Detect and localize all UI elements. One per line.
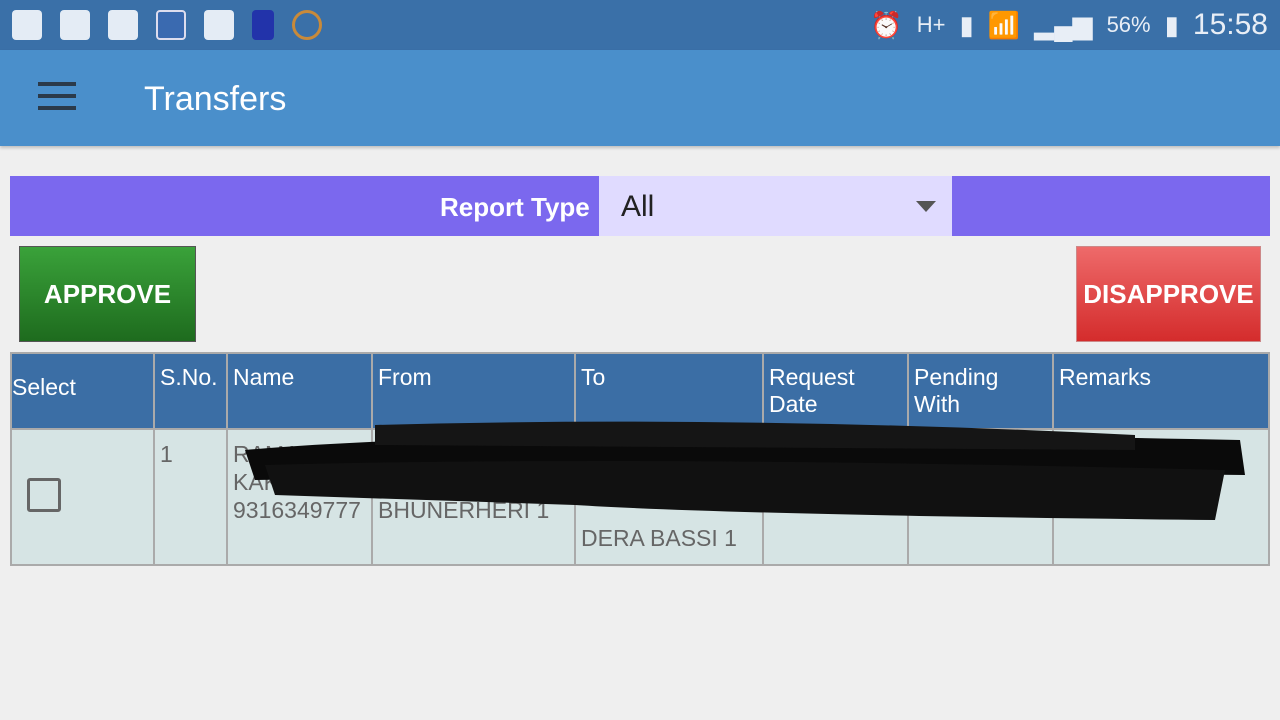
report-type-dropdown[interactable]: All [599,176,952,236]
clock: 15:58 [1192,8,1268,41]
remarks-cell [1052,428,1270,566]
request-date-cell [762,428,909,566]
table-header: Select S.No. Name From To Request Date P… [10,352,1270,430]
name-line: RAMA [233,441,300,467]
status-bar: ⏰ H+ ▮ 📶 ▂▄▆ 56% ▮ 15:58 [0,0,1280,50]
col-to: To [574,352,764,430]
ucbrowser-icon [292,10,322,40]
approve-button[interactable]: APPROVE [19,246,196,342]
sno-cell: 1 [153,428,228,566]
from-cell: BHUNERHERI 1 [371,428,576,566]
alarm-icon: ⏰ [870,9,903,40]
app-icon [156,10,186,40]
col-sno: S.No. [153,352,228,430]
col-remarks: Remarks [1052,352,1270,430]
hplus-data-icon: H+ [916,12,946,37]
signal-icon: 📶 [987,9,1021,40]
signal2-icon: ▂▄▆ [1034,9,1093,40]
from-value: BHUNERHERI 1 [378,497,550,523]
flipboard-icon [204,10,234,40]
name-line: KAK [233,469,280,495]
col-select: Select [10,352,155,430]
page-title: Transfers [144,80,287,118]
pending-with-cell [907,428,1054,566]
col-pending-with: Pending With [907,352,1054,430]
disapprove-button[interactable]: DISAPPROVE [1076,246,1261,342]
hamburger-menu-icon[interactable] [38,82,76,112]
row-checkbox[interactable] [27,478,61,512]
name-cell: RAMA KAK 9316349777 [226,428,373,566]
sim-icon [252,10,274,40]
table-row: 1 RAMA KAK 9316349777 BHUNERHERI 1 DERA BA… [10,428,1270,566]
transfers-table: Select S.No. Name From To Request Date P… [10,352,1270,566]
name-phone: 9316349777 [233,497,361,523]
battery-icon: ▮ [1164,9,1179,40]
col-from: From [371,352,576,430]
col-request-date: Request Date [762,352,909,430]
select-cell [10,428,155,566]
to-value: DERA BASSI 1 [581,525,737,551]
mail-icon [12,10,42,40]
col-name: Name [226,352,373,430]
battery-percent: 56% [1106,12,1151,37]
report-type-filter: Report Type All [10,176,1270,236]
app-bar: Transfers [0,50,1280,146]
chevron-down-icon [916,201,936,212]
to-cell: DERA BASSI 1 [574,428,764,566]
hike-icon [60,10,90,40]
sim1-icon: ▮ [959,9,974,40]
report-type-value: All [621,190,655,223]
gallery-icon [108,10,138,40]
report-type-label: Report Type [440,192,590,222]
